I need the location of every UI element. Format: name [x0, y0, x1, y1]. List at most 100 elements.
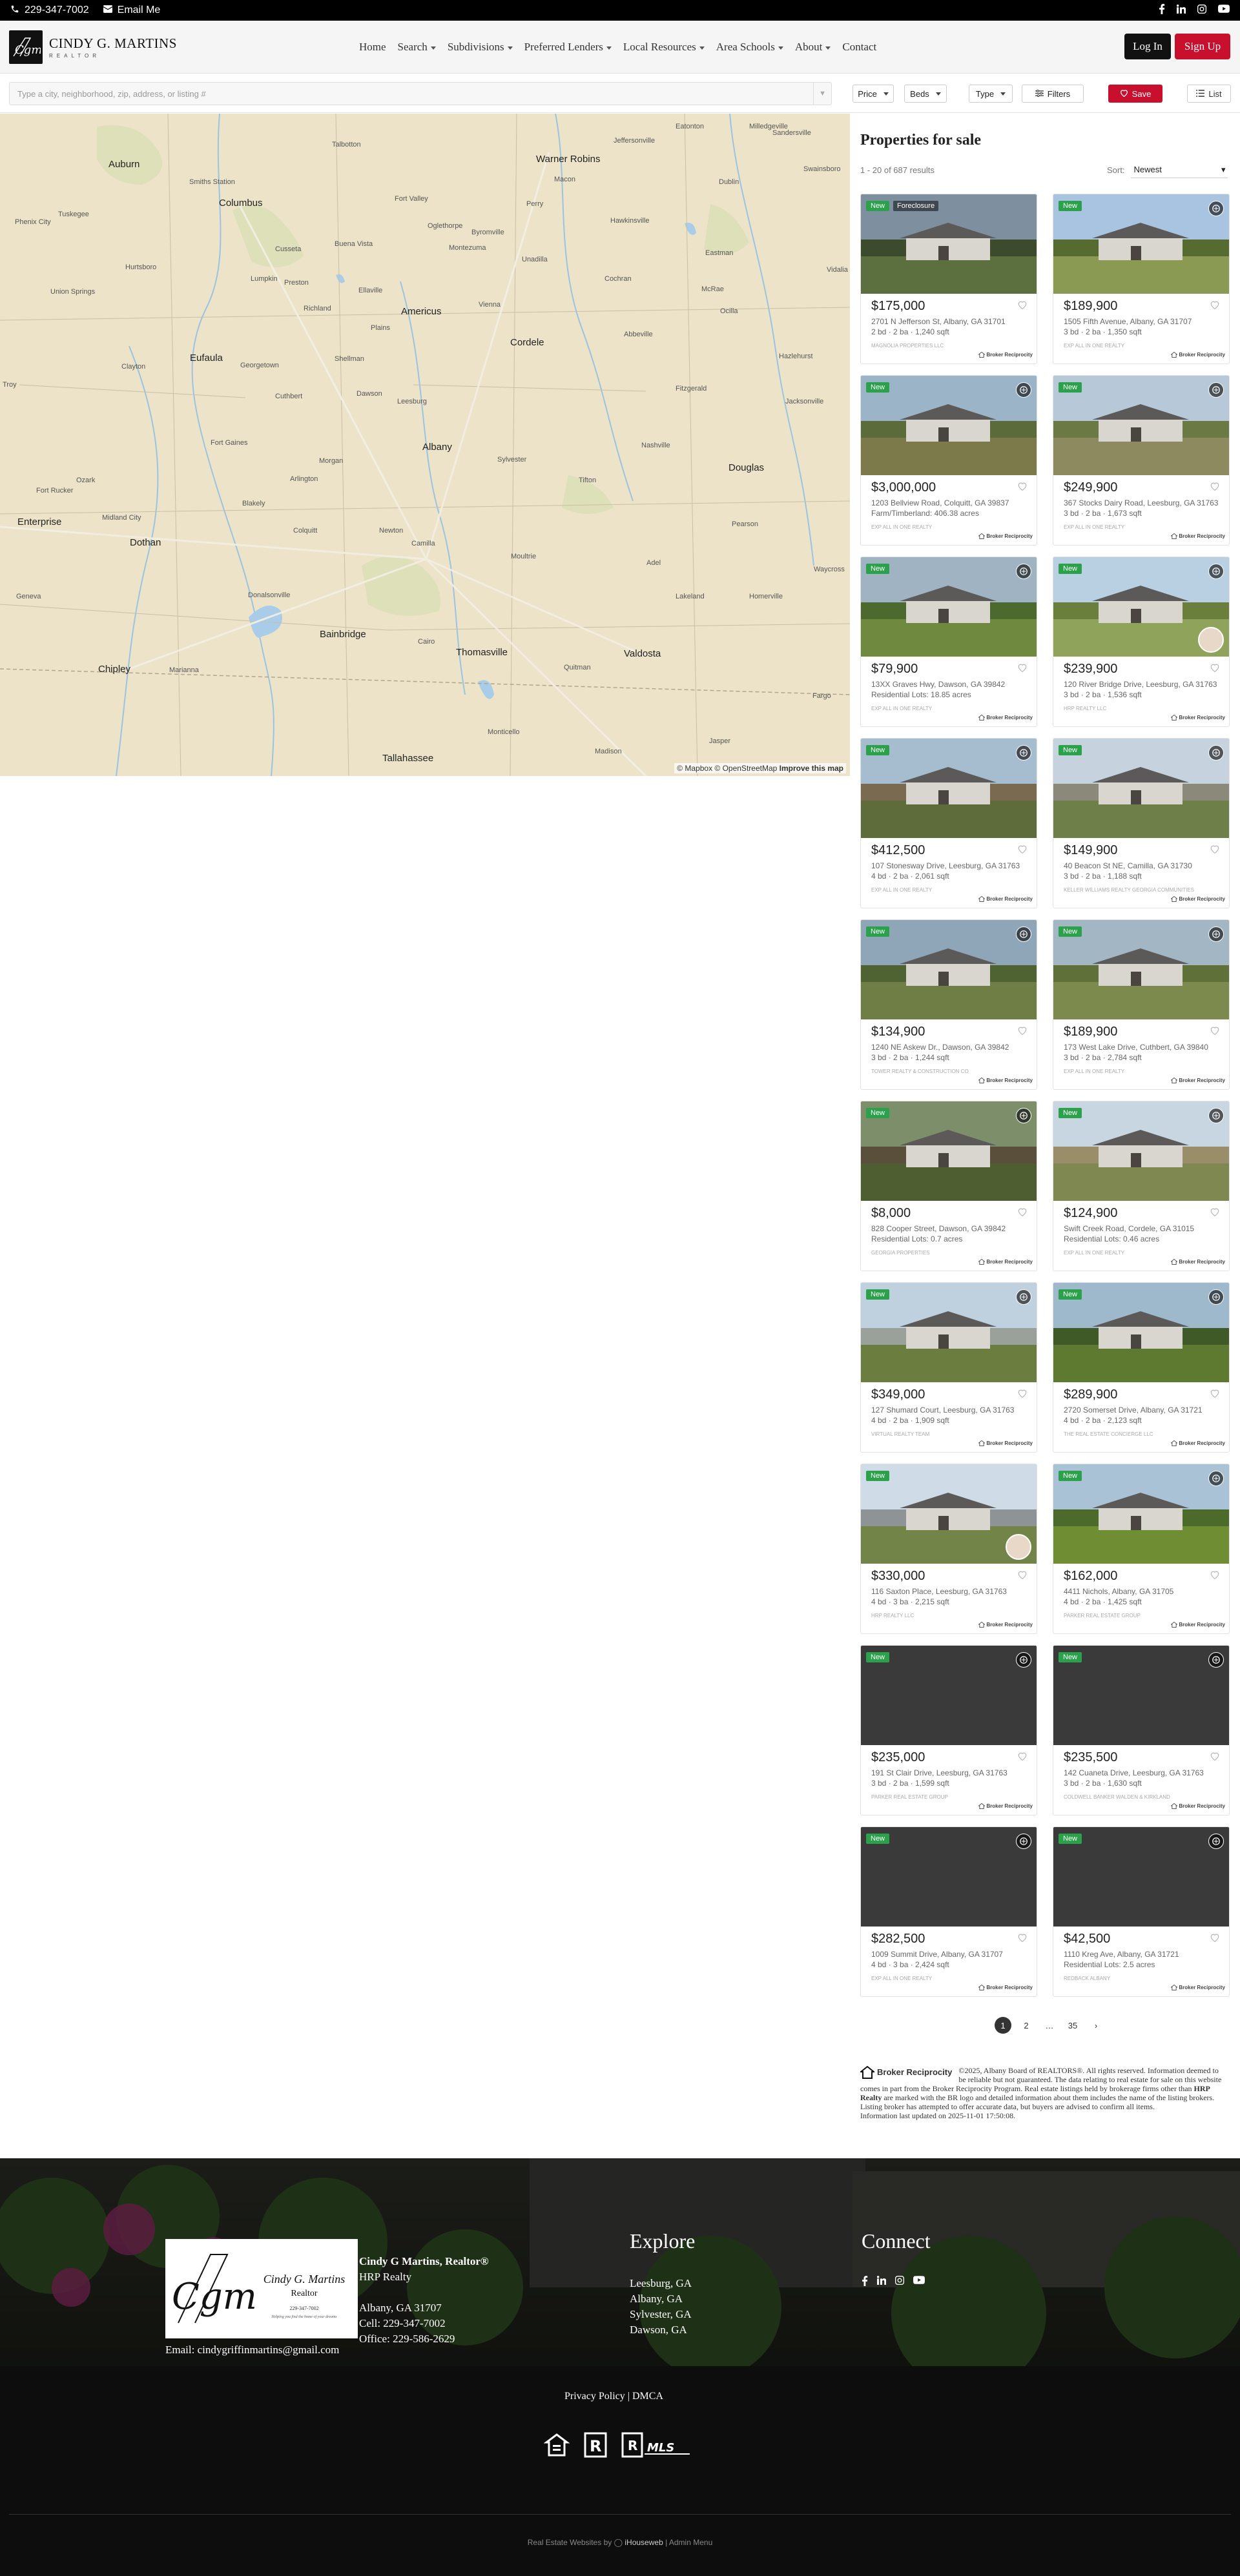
nav-area-schools[interactable]: Area Schools	[716, 41, 783, 54]
virtual-tour-icon[interactable]	[1208, 1108, 1224, 1123]
listing-address[interactable]: 1240 NE Askew Dr., Dawson, GA 39842	[871, 1043, 1026, 1052]
listing-address[interactable]: 107 Stonesway Drive, Leesburg, GA 31763	[871, 861, 1026, 870]
next-page-button[interactable]: ›	[1088, 2017, 1104, 2034]
list-view-button[interactable]: List	[1187, 85, 1231, 103]
favorite-heart-icon[interactable]	[1210, 844, 1220, 857]
listing-address[interactable]: 2701 N Jefferson St, Albany, GA 31701	[871, 317, 1026, 326]
listing-card[interactable]: New $235,000 191 St Clair Drive, Leesburg,…	[860, 1645, 1037, 1815]
nav-contact[interactable]: Contact	[842, 41, 876, 54]
listing-card[interactable]: New $412,500 107 Stonesway Drive, Leesburg…	[860, 738, 1037, 908]
login-button[interactable]: Log In	[1124, 34, 1171, 59]
listing-card[interactable]: New $330,000 116 Saxton Place, Leesburg, G…	[860, 1464, 1037, 1634]
listing-address[interactable]: 4411 Nichols, Albany, GA 31705	[1064, 1587, 1219, 1596]
virtual-tour-icon[interactable]	[1016, 1834, 1031, 1849]
favorite-heart-icon[interactable]	[1210, 1389, 1220, 1401]
virtual-tour-icon[interactable]	[1208, 745, 1224, 761]
page-button[interactable]: 2	[1018, 2017, 1035, 2034]
virtual-tour-icon[interactable]	[1208, 926, 1224, 942]
favorite-heart-icon[interactable]	[1210, 1752, 1220, 1764]
listing-card[interactable]: New $3,000,000 1203 Bellview Road, Colquit…	[860, 375, 1037, 546]
listing-card[interactable]: New $282,500 1009 Summit Drive, Albany, GA…	[860, 1826, 1037, 1997]
listing-card[interactable]: New $249,900 367 Stocks Dairy Road, Leesbu…	[1053, 375, 1230, 546]
youtube-icon[interactable]	[913, 2276, 925, 2289]
virtual-tour-icon[interactable]	[1016, 745, 1031, 761]
favorite-heart-icon[interactable]	[1210, 663, 1220, 675]
virtual-tour-icon[interactable]	[1016, 1652, 1031, 1668]
explore-link[interactable]: Leesburg, GA	[630, 2276, 692, 2291]
virtual-tour-icon[interactable]	[1208, 1834, 1224, 1849]
chevron-down-icon[interactable]: ▼	[813, 83, 826, 105]
page-button[interactable]: 35	[1064, 2017, 1081, 2034]
favorite-heart-icon[interactable]	[1210, 482, 1220, 494]
facebook-icon[interactable]	[862, 2276, 868, 2289]
virtual-tour-icon[interactable]	[1208, 1471, 1224, 1486]
listing-address[interactable]: 2720 Somerset Drive, Albany, GA 31721	[1064, 1406, 1219, 1415]
listing-card[interactable]: New $239,900 120 River Bridge Drive, Leesb…	[1053, 557, 1230, 727]
favorite-heart-icon[interactable]	[1210, 1026, 1220, 1038]
listing-address[interactable]: 116 Saxton Place, Leesburg, GA 31763	[871, 1587, 1026, 1596]
favorite-heart-icon[interactable]	[1210, 1207, 1220, 1220]
listing-address[interactable]: 1203 Bellview Road, Colquitt, GA 39837	[871, 498, 1026, 507]
facebook-icon[interactable]	[1159, 3, 1165, 17]
listing-address[interactable]: 142 Cuaneta Drive, Leesburg, GA 31763	[1064, 1768, 1219, 1777]
listing-card[interactable]: New $349,000 127 Shumard Court, Leesburg, …	[860, 1282, 1037, 1453]
listing-card[interactable]: New $124,900 Swift Creek Road, Cordele, GA…	[1053, 1101, 1230, 1271]
footer-office[interactable]: Office: 229-586-2629	[359, 2331, 489, 2347]
type-filter-button[interactable]: Type	[969, 85, 1013, 103]
favorite-heart-icon[interactable]	[1017, 1207, 1028, 1220]
privacy-dmca-links[interactable]: Privacy Policy | DMCA	[564, 2391, 663, 2402]
listing-card[interactable]: New $42,500 1110 Kreg Ave, Albany, GA 3172…	[1053, 1826, 1230, 1997]
linkedin-icon[interactable]	[876, 2276, 887, 2289]
explore-link[interactable]: Albany, GA	[630, 2291, 692, 2307]
favorite-heart-icon[interactable]	[1210, 1570, 1220, 1582]
listing-address[interactable]: 367 Stocks Dairy Road, Leesburg, GA 3176…	[1064, 498, 1219, 507]
favorite-heart-icon[interactable]	[1017, 1933, 1028, 1945]
beds-filter-button[interactable]: Beds	[904, 85, 947, 103]
favorite-heart-icon[interactable]	[1017, 1389, 1028, 1401]
favorite-heart-icon[interactable]	[1017, 1026, 1028, 1038]
price-filter-button[interactable]: Price	[852, 85, 894, 103]
virtual-tour-icon[interactable]	[1208, 201, 1224, 216]
save-search-button[interactable]: Save	[1108, 85, 1162, 103]
nav-subdivisions[interactable]: Subdivisions	[448, 41, 513, 54]
footer-cell[interactable]: Cell: 229-347-7002	[359, 2316, 489, 2331]
listing-card[interactable]: New $289,900 2720 Somerset Drive, Albany, …	[1053, 1282, 1230, 1453]
listing-card[interactable]: New $235,500 142 Cuaneta Drive, Leesburg, …	[1053, 1645, 1230, 1815]
virtual-tour-icon[interactable]	[1208, 1289, 1224, 1305]
listing-address[interactable]: 173 West Lake Drive, Cuthbert, GA 39840	[1064, 1043, 1219, 1052]
favorite-heart-icon[interactable]	[1017, 1570, 1028, 1582]
explore-link[interactable]: Sylvester, GA	[630, 2307, 692, 2322]
listing-address[interactable]: 120 River Bridge Drive, Leesburg, GA 317…	[1064, 680, 1219, 689]
listing-card[interactable]: New $134,900 1240 NE Askew Dr., Dawson, GA…	[860, 919, 1037, 1090]
virtual-tour-icon[interactable]	[1016, 1289, 1031, 1305]
signup-button[interactable]: Sign Up	[1175, 34, 1230, 59]
favorite-heart-icon[interactable]	[1210, 300, 1220, 312]
listing-address[interactable]: 1009 Summit Drive, Albany, GA 31707	[871, 1950, 1026, 1959]
listings-map[interactable]: Auburn Columbus Tuskegee Smiths Station …	[0, 114, 850, 776]
listing-address[interactable]: 127 Shumard Court, Leesburg, GA 31763	[871, 1406, 1026, 1415]
listing-address[interactable]: 1505 Fifth Avenue, Albany, GA 31707	[1064, 317, 1219, 326]
listing-address[interactable]: 13XX Graves Hwy, Dawson, GA 39842	[871, 680, 1026, 689]
explore-link[interactable]: Dawson, GA	[630, 2322, 692, 2338]
email-link[interactable]: Email Me	[103, 5, 160, 16]
nav-preferred-lenders[interactable]: Preferred Lenders	[524, 41, 612, 54]
favorite-heart-icon[interactable]	[1017, 663, 1028, 675]
phone-link[interactable]: 229-347-7002	[10, 5, 89, 17]
instagram-icon[interactable]	[895, 2276, 904, 2289]
listing-card[interactable]: New Foreclosure $175,000 2701 N Jefferson S…	[860, 194, 1037, 364]
linkedin-icon[interactable]	[1176, 4, 1186, 17]
listing-card[interactable]: New $189,900 1505 Fifth Avenue, Albany, GA…	[1053, 194, 1230, 364]
listing-card[interactable]: New $162,000 4411 Nichols, Albany, GA 3170…	[1053, 1464, 1230, 1634]
favorite-heart-icon[interactable]	[1017, 300, 1028, 312]
favorite-heart-icon[interactable]	[1017, 482, 1028, 494]
virtual-tour-icon[interactable]	[1016, 1108, 1031, 1123]
site-logo[interactable]: Cgm CINDY G. MARTINS REALTOR	[9, 30, 177, 64]
admin-menu-link[interactable]: | Admin Menu	[665, 2538, 712, 2547]
listing-card[interactable]: New $189,900 173 West Lake Drive, Cuthbert…	[1053, 919, 1230, 1090]
listing-address[interactable]: 828 Cooper Street, Dawson, GA 39842	[871, 1224, 1026, 1233]
virtual-tour-icon[interactable]	[1208, 382, 1224, 398]
favorite-heart-icon[interactable]	[1017, 1752, 1028, 1764]
listing-card[interactable]: New $8,000 828 Cooper Street, Dawson, GA 3…	[860, 1101, 1037, 1271]
virtual-tour-icon[interactable]	[1016, 382, 1031, 398]
page-button[interactable]: 1	[995, 2017, 1011, 2034]
